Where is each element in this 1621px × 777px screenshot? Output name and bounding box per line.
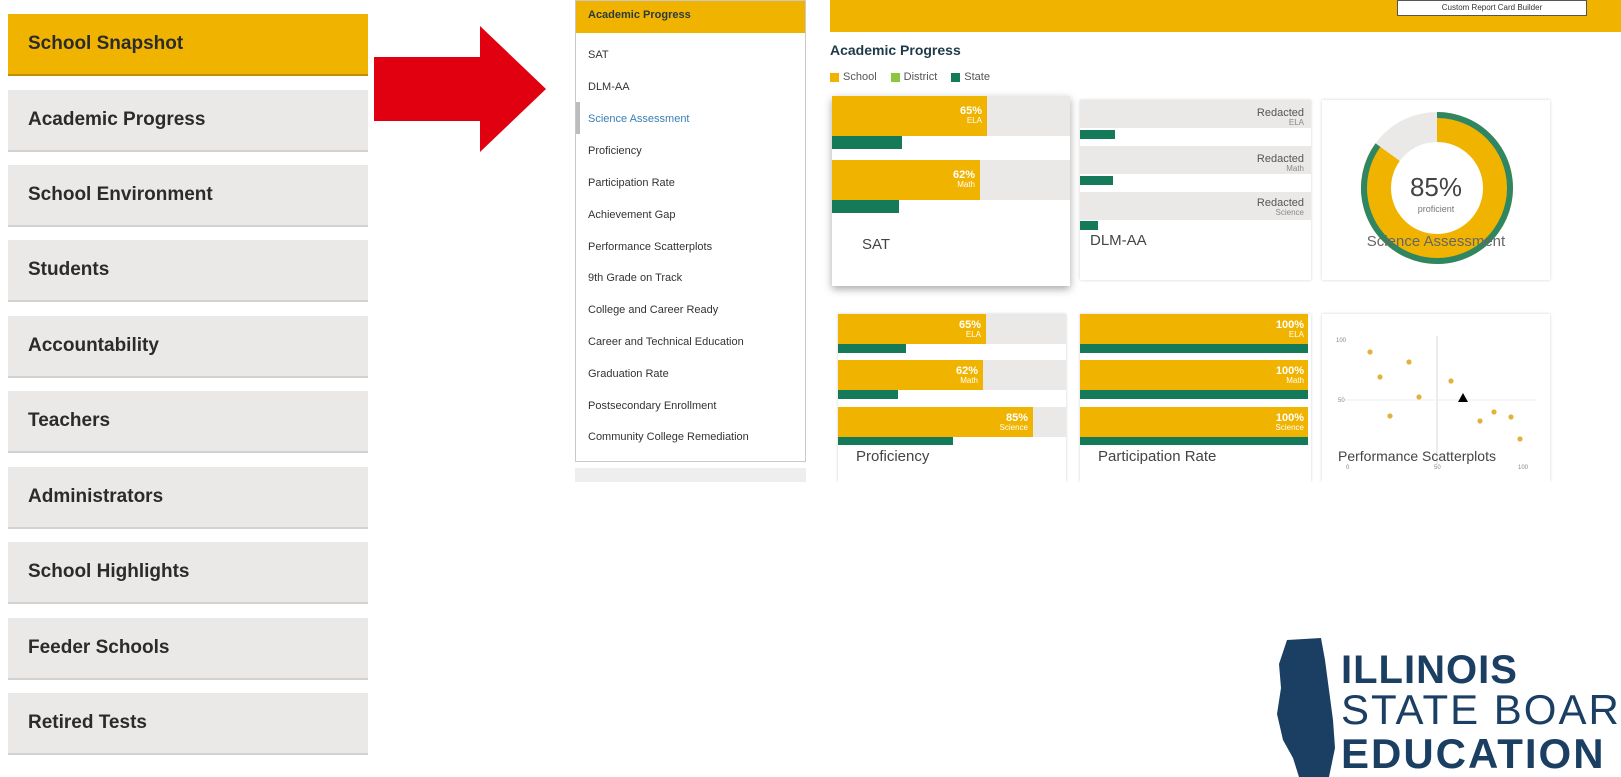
isbe-logo: ILLINOIS STATE BOARD EDUCATION: [1275, 630, 1621, 777]
scatter-point: [1517, 436, 1523, 442]
proficiency-math-state-bar: [838, 390, 898, 399]
dlm-aa-card[interactable]: Redacted ELA Redacted Math Redacted Science…: [1080, 100, 1311, 280]
scatter-point: [1477, 418, 1483, 424]
submenu-item-science-assessment[interactable]: Science Assessment: [588, 113, 690, 125]
legend-school: School: [830, 71, 877, 83]
submenu-header[interactable]: Academic Progress: [576, 1, 805, 33]
submenu-item-participation-rate[interactable]: Participation Rate: [588, 177, 675, 189]
legend-label-district: District: [903, 71, 938, 83]
submenu-item-dlm-aa[interactable]: DLM-AA: [588, 81, 630, 93]
participation-science-value: 100% Science: [1275, 412, 1304, 433]
scatter-point: [1416, 394, 1422, 400]
sat-math-value: 62% Math: [952, 169, 975, 190]
scatter-point: [1448, 378, 1454, 384]
scatterplots-card-title: Performance Scatterplots: [1338, 448, 1496, 464]
proficiency-science-state-bar: [838, 437, 953, 445]
participation-math-state-bar: [1080, 390, 1308, 399]
proficiency-card[interactable]: 65% ELA 62% Math 85% Science Proficiency: [838, 314, 1066, 482]
scatter-x-tick: 0: [1346, 465, 1350, 471]
science-card-title: Science Assessment: [1366, 233, 1506, 250]
participation-math-value: 100% Math: [1275, 365, 1304, 386]
sat-math-state-bar: [832, 200, 899, 213]
proficiency-card-title: Proficiency: [856, 448, 930, 465]
nav-item-administrators[interactable]: Administrators: [8, 467, 368, 529]
sat-ela-value: 65% ELA: [959, 105, 982, 126]
legend-state: State: [951, 71, 990, 83]
science-value: 85%: [1409, 172, 1463, 202]
nav-item-accountability[interactable]: Accountability: [8, 316, 368, 378]
submenu-item-sat[interactable]: SAT: [588, 49, 609, 61]
scatter-x-tick: 100: [1518, 465, 1529, 471]
submenu-item-graduation-rate[interactable]: Graduation Rate: [588, 368, 669, 380]
participation-card-title: Participation Rate: [1098, 448, 1217, 465]
submenu-item-community-college-remediation[interactable]: Community College Remediation: [588, 431, 749, 443]
legend-swatch-district: [890, 72, 900, 82]
nav-item-teachers[interactable]: Teachers: [8, 391, 368, 453]
submenu-current-marker: [576, 102, 580, 134]
submenu-item-postsecondary-enrollment[interactable]: Postsecondary Enrollment: [588, 400, 716, 412]
nav-item-school-snapshot[interactable]: School Snapshot: [8, 14, 368, 76]
scatter-point: [1387, 413, 1393, 419]
dlm-math-value: Redacted Math: [1256, 153, 1304, 174]
logo-line-3: EDUCATION: [1341, 730, 1606, 777]
sat-ela-state-bar: [832, 136, 902, 149]
scatter-school-marker: [1458, 393, 1468, 402]
scatter-x-tick: 50: [1434, 465, 1441, 471]
legend-district: District: [890, 71, 938, 83]
academic-progress-submenu: Academic Progress SAT DLM-AA Science Ass…: [575, 0, 806, 462]
scatter-point: [1406, 359, 1412, 365]
submenu-item-9th-grade-on-track[interactable]: 9th Grade on Track: [588, 272, 682, 284]
submenu-item-proficiency[interactable]: Proficiency: [588, 145, 642, 157]
dlm-science-value: Redacted Science: [1256, 197, 1304, 218]
science-sub-label: proficient: [1417, 204, 1455, 214]
page-title: Academic Progress: [830, 42, 961, 58]
nav-item-students[interactable]: Students: [8, 240, 368, 302]
dlm-math-state-bar: [1080, 176, 1113, 185]
scatter-y-tick: 100: [1336, 338, 1347, 344]
participation-ela-value: 100% ELA: [1275, 319, 1304, 340]
submenu-tail: [575, 468, 806, 482]
red-arrow-icon: [374, 26, 546, 152]
nav-item-feeder-schools[interactable]: Feeder Schools: [8, 618, 368, 680]
participation-science-state-bar: [1080, 437, 1308, 445]
proficiency-ela-state-bar: [838, 344, 906, 353]
legend-swatch-school: [830, 72, 839, 82]
dlm-aa-card-title: DLM-AA: [1090, 232, 1147, 249]
scatter-y-tick: 50: [1338, 398, 1345, 404]
sat-card[interactable]: 65% ELA 62% Math SAT: [832, 96, 1070, 286]
legend-swatch-state: [951, 72, 961, 82]
science-assessment-card[interactable]: 85% proficient Science Assessment: [1322, 100, 1550, 280]
proficiency-ela-value: 65% ELA: [958, 319, 981, 340]
submenu-item-college-career-ready[interactable]: College and Career Ready: [588, 304, 718, 316]
scatter-point: [1508, 414, 1514, 420]
sat-card-title: SAT: [862, 236, 891, 253]
custom-report-card-builder-button[interactable]: Custom Report Card Builder: [1397, 0, 1587, 16]
legend-label-school: School: [843, 71, 877, 83]
scatter-point: [1491, 409, 1497, 415]
participation-rate-card[interactable]: 100% ELA 100% Math 100% Science Participati…: [1080, 314, 1311, 482]
nav-item-academic-progress[interactable]: Academic Progress: [8, 90, 368, 152]
submenu-item-achievement-gap[interactable]: Achievement Gap: [588, 209, 675, 221]
nav-item-retired-tests[interactable]: Retired Tests: [8, 693, 368, 755]
submenu-item-cte[interactable]: Career and Technical Education: [588, 336, 744, 348]
performance-scatterplots-card[interactable]: 100 50 0 50 100 Performance Scatterplots: [1322, 314, 1550, 482]
dlm-science-state-bar: [1080, 221, 1098, 230]
illinois-state-shape-icon: [1277, 638, 1335, 777]
participation-ela-state-bar: [1080, 344, 1308, 353]
dlm-ela-state-bar: [1080, 130, 1115, 139]
logo-line-2: STATE BOARD: [1341, 686, 1621, 733]
academic-progress-preview: Academic Progress SAT DLM-AA Science Ass…: [575, 0, 1621, 482]
legend: School District State: [830, 71, 990, 83]
dlm-ela-value: Redacted ELA: [1256, 107, 1304, 128]
nav-item-school-highlights[interactable]: School Highlights: [8, 542, 368, 604]
proficiency-science-value: 85% Science: [999, 412, 1028, 433]
scatter-point: [1377, 374, 1383, 380]
legend-label-state: State: [964, 71, 990, 83]
proficiency-math-value: 62% Math: [955, 365, 978, 386]
submenu-item-performance-scatterplots[interactable]: Performance Scatterplots: [588, 241, 712, 253]
scatter-point: [1367, 349, 1373, 355]
nav-item-school-environment[interactable]: School Environment: [8, 165, 368, 227]
